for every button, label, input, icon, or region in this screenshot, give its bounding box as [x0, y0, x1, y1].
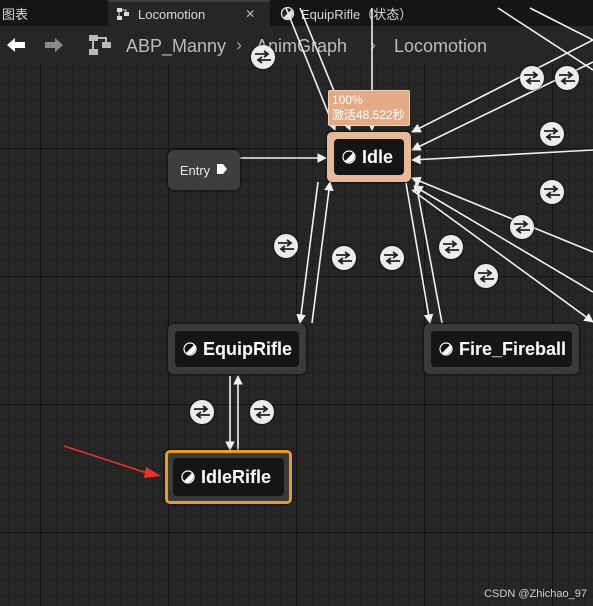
transition-rule-icon[interactable]	[520, 66, 544, 90]
transition-arrows-icon	[524, 71, 540, 85]
transition-arrows-icon	[336, 251, 352, 265]
transition-wires	[63, 7, 593, 478]
transition-arrows-icon	[194, 405, 210, 419]
state-node-idle[interactable]: Idle	[327, 132, 411, 182]
watermark: CSDN @Zhichao_97	[484, 588, 587, 600]
entry-label: Entry	[179, 162, 211, 178]
transition-rule-icon[interactable]	[540, 180, 564, 204]
state-icon	[342, 150, 356, 164]
state-label-equiprifle: EquipRifle	[203, 338, 292, 359]
state-node-idlerifle[interactable]: IdleRifle	[165, 450, 292, 504]
transition-arrows-icon	[559, 71, 575, 85]
transition-arrows-icon	[254, 405, 270, 419]
transition-arrows-icon	[478, 269, 494, 283]
transition-rule-icon[interactable]	[190, 400, 214, 424]
transition-rule-icon[interactable]	[474, 264, 498, 288]
transition-rule-icon[interactable]	[250, 400, 274, 424]
annotation-arrowhead	[144, 467, 161, 478]
entry-node[interactable]: Entry	[168, 150, 240, 190]
transition-rule-icon[interactable]	[439, 235, 463, 259]
transition-arrows-icon	[384, 251, 400, 265]
state-node-fire-fireball[interactable]: Fire_Fireball	[424, 324, 579, 374]
entry-arrow-icon	[216, 163, 228, 178]
state-icon	[181, 470, 195, 484]
transition-rule-icon[interactable]	[510, 215, 534, 239]
transition-rule-icon[interactable]	[380, 246, 404, 270]
transition-arrows-icon	[514, 220, 530, 234]
transition-rule-icon[interactable]	[274, 234, 298, 258]
state-label-idlerifle: IdleRifle	[201, 466, 272, 487]
transition-arrows-icon	[443, 240, 459, 254]
annotation-arrow	[63, 445, 151, 475]
transition-rule-icon[interactable]	[332, 246, 356, 270]
idle-status-tooltip: 100% 激活48.522秒	[328, 90, 410, 126]
transition-arrows-icon	[255, 50, 271, 64]
transition-rule-icon[interactable]	[251, 45, 275, 69]
transition-arrows-icon	[544, 185, 560, 199]
state-node-equiprifle[interactable]: EquipRifle	[168, 324, 306, 374]
idle-active-time: 激活48.522秒	[332, 108, 405, 122]
state-label-idle: Idle	[362, 146, 394, 167]
transition-rule-icon[interactable]	[540, 122, 564, 146]
state-label-fire-fireball: Fire_Fireball	[459, 338, 567, 359]
state-icon	[439, 342, 453, 356]
transition-rule-icon[interactable]	[555, 66, 579, 90]
transition-arrows-icon	[278, 239, 294, 253]
state-icon	[183, 342, 197, 356]
idle-weight: 100%	[332, 93, 363, 107]
transition-arrows-icon	[544, 127, 560, 141]
